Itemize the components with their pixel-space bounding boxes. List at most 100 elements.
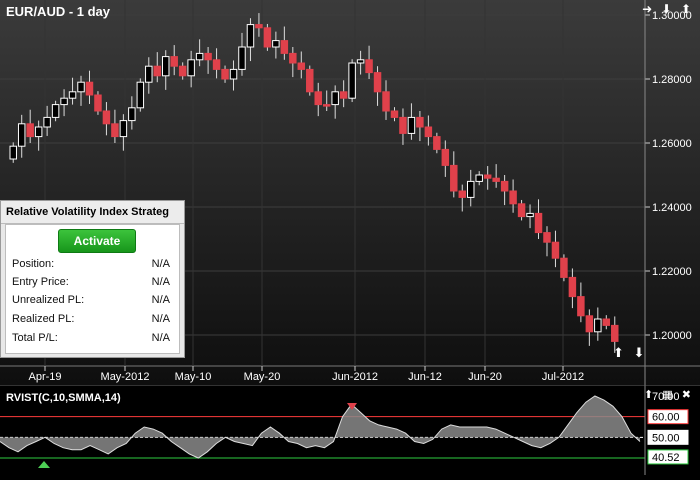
stat-label: Realized PL: [12,313,75,325]
level-label: 50.00 [652,432,680,444]
candle-up [331,91,339,106]
candle-down [543,232,551,243]
candle-up [51,104,60,118]
stat-label: Entry Price: [12,276,69,288]
arrow-right-icon[interactable]: ➜ [642,2,655,16]
candle-down [94,94,102,112]
candle-down [306,68,314,93]
candle-up [348,62,356,99]
rvi-line [0,395,641,459]
activate-button[interactable]: Activate [58,229,136,253]
candle-up [162,56,170,77]
y-tick-label: 1.24000 [652,202,692,214]
candle-down [416,116,424,128]
candle-down [280,40,289,54]
y-tick-label: 1.20000 [652,330,692,342]
x-tick-label: May-10 [175,371,212,383]
candle-down [551,241,560,259]
candle-up [526,212,534,218]
candle-down [492,177,500,182]
candle-down [365,59,373,74]
candle-up [68,91,77,99]
candle-up [128,107,136,122]
candle-up [119,120,128,138]
candle-down [390,110,399,118]
candle-up [272,40,280,48]
x-tick-label: Jun-2012 [332,371,378,383]
arrow-up-icon[interactable]: ⬆ [681,2,694,16]
candle-down [534,212,543,234]
candle-up [17,123,26,147]
candle-down [568,276,577,298]
candle-up [246,24,255,48]
panel-body: Activate Position: N/A Entry Price: N/A … [5,224,180,354]
grid-icon[interactable]: ▦ [662,389,675,401]
stat-row-position: Position: N/A [12,258,172,274]
candle-down [153,65,161,77]
candle-down [339,91,348,99]
candle-down [85,81,94,96]
y-tick-label: 1.28000 [652,74,692,86]
candle-down [458,190,466,198]
candle-up [195,52,204,61]
candle-up [475,174,483,182]
candle-up [9,145,17,160]
x-tick-label: Apr-19 [28,371,61,383]
level-label: 40.52 [652,452,680,464]
candle-down [221,68,229,80]
candle-up [467,180,475,198]
candle-down [263,27,272,48]
candle-up [229,68,238,80]
stat-value: N/A [151,294,170,306]
x-tick-label: May-2012 [101,371,150,383]
candle-down [255,24,263,29]
candle-down [611,324,619,342]
y-tick-label: 1.22000 [652,266,692,278]
x-tick-label: Jul-2012 [542,371,584,383]
stat-value: N/A [151,313,170,325]
candle-up [77,81,85,93]
close-icon[interactable]: ✖ [682,389,694,401]
x-tick-label: May-20 [244,371,281,383]
indicator-title: RVIST(C,10,SMMA,14) [6,392,121,404]
candle-up [43,116,51,128]
stat-value: N/A [151,258,170,270]
candle-down [111,123,119,138]
candle-up [145,65,153,83]
candle-down [204,52,212,61]
y-tick-label: 1.26000 [652,138,692,150]
stat-label: Position: [12,258,55,270]
candle-down [26,123,34,138]
candle-down [297,62,306,70]
candle-up [136,81,145,109]
candle-down [178,65,187,77]
candle-down [424,126,433,138]
x-tick-label: Jun-12 [408,371,442,383]
candle-down [483,174,492,179]
candle-down [314,91,322,106]
candle-down [322,104,331,107]
stat-row-unrealized-pl: Unrealized PL: N/A [12,294,172,310]
stat-label: Total P/L: [12,332,58,344]
candle-down [560,257,568,278]
candle-up [356,59,365,64]
chart-controls: ➜ ⬇ ⬆ [642,2,694,16]
scroll-controls: ⬆ ⬇ [613,345,647,361]
candle-up [34,126,43,138]
arrow-down-icon[interactable]: ⬇ [662,2,675,16]
candle-up [60,97,68,106]
arrow-down-icon[interactable]: ⬇ [634,345,648,360]
candle-up [187,59,195,77]
arrow-up-icon[interactable]: ⬆ [613,345,627,360]
candle-down [289,52,297,64]
candle-down [433,136,441,150]
stat-row-total-pl: Total P/L: N/A [12,332,172,348]
candle-down [373,72,382,93]
candle-down [577,296,585,317]
arrow-up-icon[interactable]: ⬆ [644,389,656,401]
strategy-panel: Relative Volatility Index Strateg Activa… [0,200,185,358]
candle-down [450,164,458,192]
candle-down [382,91,390,112]
candle-down [441,148,450,166]
candle-down [102,110,111,125]
